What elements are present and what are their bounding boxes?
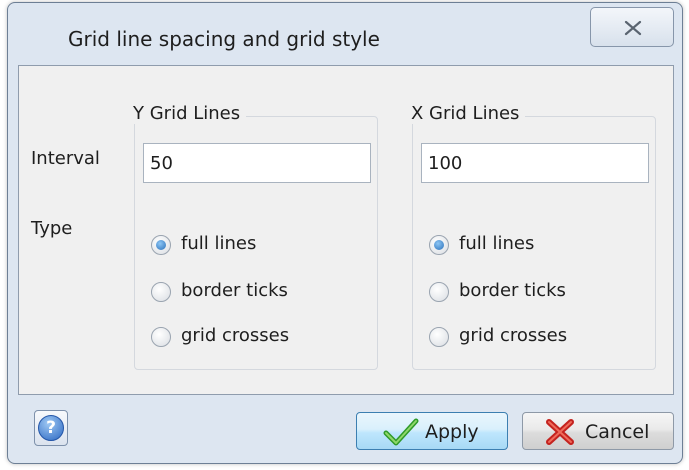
x-grid-lines-title: X Grid Lines: [405, 103, 526, 124]
dialog-body: Interval Type Y Grid Lines 50 full lines…: [18, 65, 674, 395]
help-icon: ?: [38, 415, 64, 441]
radio-label: border ticks: [459, 280, 566, 301]
cancel-label: Cancel: [585, 421, 650, 443]
radio-button[interactable]: [429, 235, 449, 255]
y-interval-input[interactable]: 50: [143, 143, 371, 183]
interval-label: Interval: [31, 148, 100, 169]
radio-label: border ticks: [181, 280, 288, 301]
window-title: Grid line spacing and grid style: [68, 27, 380, 51]
apply-button[interactable]: Apply: [356, 412, 508, 450]
type-label: Type: [31, 218, 73, 239]
apply-label: Apply: [425, 421, 479, 443]
y-grid-lines-group: Y Grid Lines 50 full lines border ticks …: [127, 103, 378, 370]
close-button[interactable]: [590, 7, 674, 47]
radio-label: full lines: [181, 233, 257, 254]
help-button[interactable]: ?: [34, 410, 68, 446]
x-grid-lines-group: X Grid Lines 100 full lines border ticks…: [405, 103, 656, 370]
x-mark-icon: [546, 419, 574, 445]
checkmark-icon: [383, 418, 419, 446]
radio-label: full lines: [459, 233, 535, 254]
y-grid-lines-title: Y Grid Lines: [127, 103, 247, 124]
x-interval-input[interactable]: 100: [421, 143, 649, 183]
cancel-button[interactable]: Cancel: [522, 412, 674, 450]
radio-label: grid crosses: [181, 325, 290, 346]
radio-button[interactable]: [151, 327, 171, 347]
radio-label: grid crosses: [459, 325, 568, 346]
radio-button[interactable]: [429, 327, 449, 347]
radio-button[interactable]: [151, 282, 171, 302]
close-icon: [624, 20, 642, 36]
radio-button[interactable]: [429, 282, 449, 302]
dialog-window: Grid line spacing and grid style Interva…: [7, 2, 683, 464]
radio-button[interactable]: [151, 235, 171, 255]
